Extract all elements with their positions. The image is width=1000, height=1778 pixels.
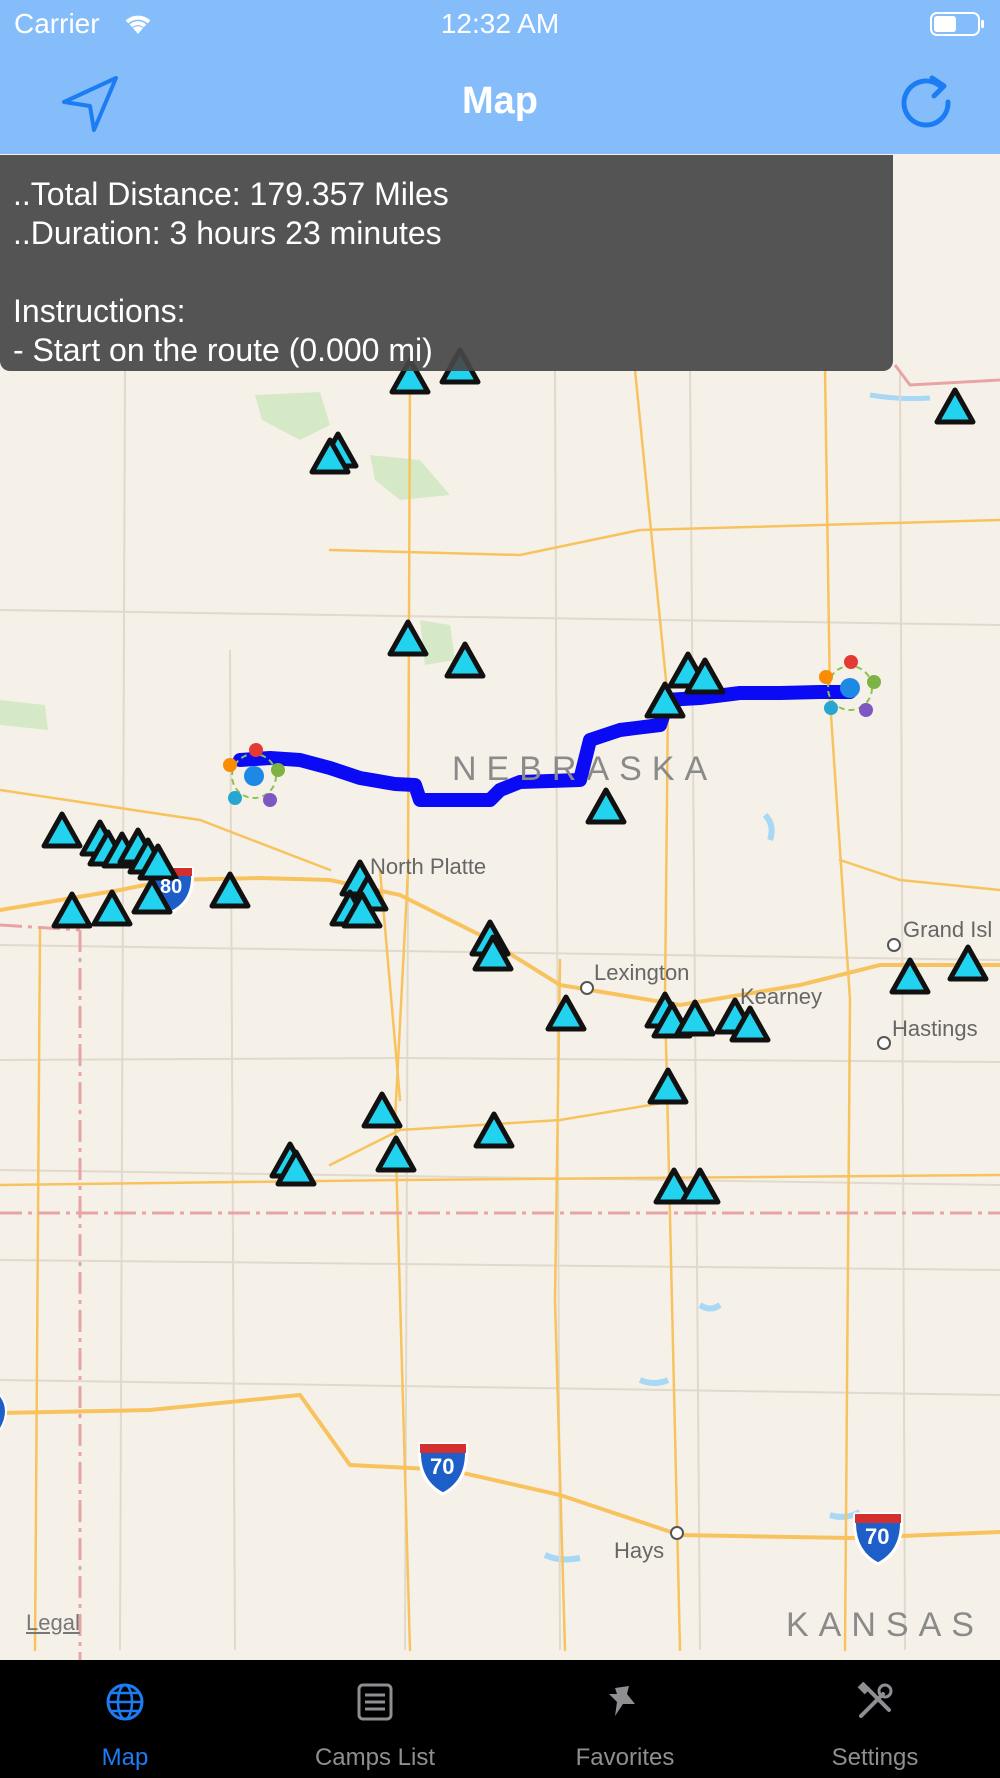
map-view[interactable]: NEBRASKA KANSAS North Platte Lexington K… (0, 154, 1000, 1660)
city-marker (580, 981, 594, 995)
legal-link[interactable]: Legal (26, 1610, 80, 1636)
pin-icon (609, 1686, 635, 1716)
battery-icon (930, 12, 984, 36)
page-title: Map (462, 80, 538, 122)
total-distance-text: ..Total Distance: 179.357 Miles (13, 176, 449, 212)
instruction-step: - Start on the route (0.000 mi) (13, 332, 433, 368)
map-canvas (0, 347, 1000, 1660)
refresh-icon[interactable] (894, 72, 958, 136)
city-label-hays: Hays (614, 1538, 665, 1563)
list-icon (357, 1683, 393, 1721)
campsite-marker[interactable] (41, 811, 83, 849)
city-label-north-platte: North Platte (370, 854, 487, 879)
tab-favorites[interactable]: Favorites (500, 1660, 750, 1778)
highway-number-80: 80 (160, 876, 183, 898)
route-info-panel: ..Total Distance: 179.357 Miles ..Durati… (0, 155, 893, 371)
tab-settings[interactable]: Settings (750, 1660, 1000, 1778)
tab-bar: Map Camps List Favorites Settings (0, 1660, 1000, 1778)
campsite-marker[interactable] (585, 787, 627, 825)
navigation-bar: Map (0, 50, 1000, 154)
globe-icon (106, 1683, 144, 1721)
park-area (255, 392, 330, 440)
tab-label-settings: Settings (831, 1744, 919, 1771)
campsite-marker[interactable] (679, 1167, 721, 1205)
instructions-heading: Instructions: (13, 293, 186, 329)
tab-map[interactable]: Map (0, 1660, 250, 1778)
city-label-kearney: Kearney (740, 984, 822, 1009)
highway-number-70-east: 70 (865, 1524, 890, 1549)
city-marker (877, 1036, 891, 1050)
tab-label-camps-list: Camps List (314, 1744, 436, 1771)
campsite-marker[interactable] (387, 619, 429, 657)
tab-camps-list[interactable]: Camps List (250, 1660, 500, 1778)
campsite-marker[interactable] (934, 387, 976, 425)
tab-label-map: Map (101, 1744, 149, 1771)
state-label-nebraska: NEBRASKA (452, 750, 718, 788)
city-label-lexington: Lexington (594, 960, 690, 985)
tools-icon (857, 1682, 893, 1718)
city-marker (887, 938, 901, 952)
park-area (420, 620, 455, 665)
city-label-hastings: Hastings (892, 1016, 978, 1041)
city-label-grand-island: Grand Isl (903, 917, 993, 942)
state-label-kansas: KANSAS (786, 1606, 984, 1644)
highway-number-70-west: 70 (430, 1454, 455, 1479)
clock: 12:32 AM (440, 8, 560, 39)
duration-text: ..Duration: 3 hours 23 minutes (13, 215, 442, 251)
campsite-marker[interactable] (91, 889, 133, 927)
park-area (0, 700, 48, 730)
city-marker (670, 1526, 684, 1540)
campsite-marker[interactable] (545, 994, 587, 1032)
campsite-marker[interactable] (647, 1067, 689, 1105)
campsite-marker[interactable] (473, 1111, 515, 1149)
campsite-marker[interactable] (375, 1135, 417, 1173)
status-bar: Carrier 12:32 AM (0, 0, 1000, 50)
tab-label-favorites: Favorites (575, 1744, 675, 1771)
